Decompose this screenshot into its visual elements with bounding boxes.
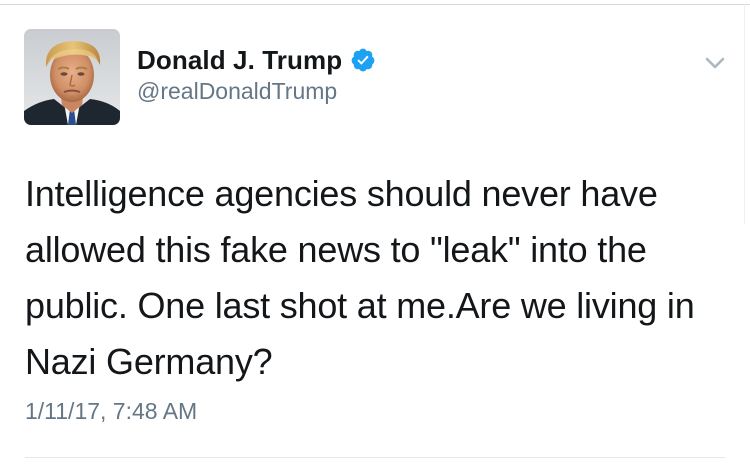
author-name-row[interactable]: Donald J. Trump <box>137 43 376 77</box>
avatar[interactable] <box>24 29 120 125</box>
author-handle[interactable]: @realDonaldTrump <box>137 78 337 105</box>
profile-photo <box>24 29 120 125</box>
tweet-text: Intelligence agencies should never have … <box>25 173 695 382</box>
tweet-timestamp[interactable]: 1/11/17, 7:48 AM <box>25 398 197 425</box>
display-name[interactable]: Donald J. Trump <box>137 45 342 76</box>
bottom-divider <box>25 457 725 458</box>
verified-badge-icon <box>350 47 376 73</box>
tweet-card: Donald J. Trump @realDonaldTrump Intelli… <box>0 0 750 466</box>
chevron-down-icon[interactable] <box>703 51 727 75</box>
